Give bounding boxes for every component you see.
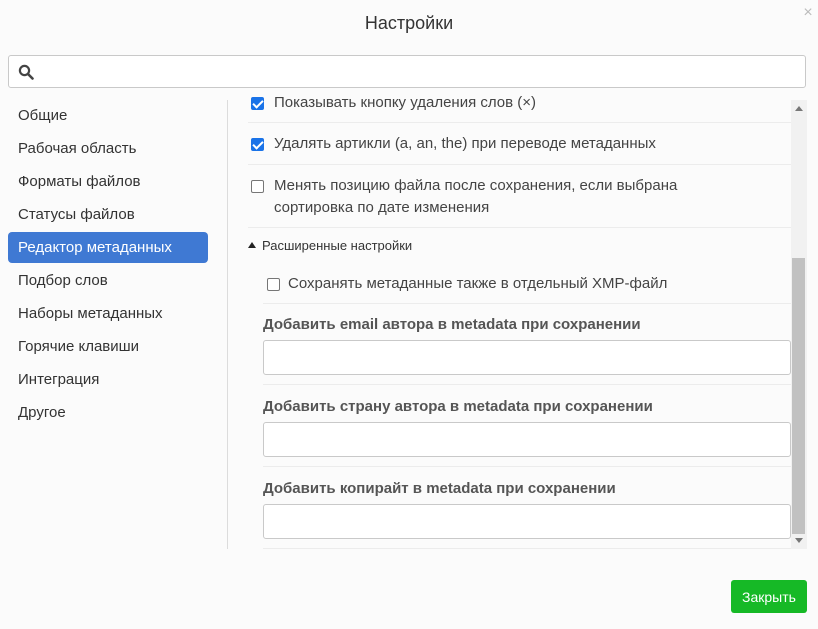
sidebar-item-word-selection[interactable]: Подбор слов [8, 265, 208, 296]
change-position-label-line2: сортировка по дате изменения [274, 199, 490, 216]
advanced-settings-toggle[interactable]: Расширенные настройки [248, 238, 412, 253]
divider [263, 466, 791, 467]
author-country-label: Добавить страну автора в metadata при со… [263, 398, 653, 415]
setting-row-remove-articles: Удалять артикли (a, an, the) при перевод… [248, 123, 791, 165]
setting-row-save-xmp: Сохранять метаданные также в отдельный X… [263, 268, 791, 304]
setting-row-change-position: Менять позицию файла после сохранения, е… [248, 165, 791, 228]
save-xmp-checkbox[interactable] [267, 278, 280, 291]
setting-row-show-delete: Показывать кнопку удаления слов (×) [248, 95, 791, 123]
author-country-input[interactable] [263, 422, 791, 457]
remove-articles-label: Удалять артикли (a, an, the) при перевод… [274, 135, 656, 152]
sidebar-divider [227, 100, 228, 549]
author-email-input[interactable] [263, 340, 791, 375]
advanced-settings-label: Расширенные настройки [262, 238, 413, 253]
copyright-label: Добавить копирайт в metadata при сохране… [263, 480, 616, 497]
sidebar-item-metadata-sets[interactable]: Наборы метаданных [8, 298, 208, 329]
sidebar-item-metadata-editor[interactable]: Редактор метаданных [8, 232, 208, 263]
scrollbar-thumb[interactable] [792, 258, 805, 534]
sidebar-item-file-statuses[interactable]: Статусы файлов [8, 199, 208, 230]
content-scrollbar[interactable] [791, 100, 807, 549]
author-email-label: Добавить email автора в metadata при сох… [263, 316, 641, 333]
triangle-up-icon [248, 241, 256, 248]
copyright-input[interactable] [263, 504, 791, 539]
close-button[interactable]: Закрыть [731, 580, 807, 613]
sidebar-item-file-formats[interactable]: Форматы файлов [8, 166, 208, 197]
sidebar-item-other[interactable]: Другое [8, 397, 208, 428]
save-xmp-label: Сохранять метаданные также в отдельный X… [288, 275, 668, 292]
divider [263, 384, 791, 385]
sidebar-item-workspace[interactable]: Рабочая область [8, 133, 208, 164]
settings-content: Показывать кнопку удаления слов (×) Удал… [238, 95, 791, 550]
divider [263, 548, 791, 549]
search-icon [18, 64, 34, 80]
search-box[interactable] [8, 55, 806, 88]
remove-articles-checkbox[interactable] [251, 138, 264, 151]
scroll-down-icon[interactable] [795, 538, 803, 543]
sidebar-item-integration[interactable]: Интеграция [8, 364, 208, 395]
change-position-checkbox[interactable] [251, 180, 264, 193]
change-position-label-line1: Менять позицию файла после сохранения, е… [274, 177, 678, 194]
scroll-up-icon[interactable] [795, 106, 803, 111]
settings-sidebar: Общие Рабочая область Форматы файлов Ста… [8, 100, 208, 430]
search-input[interactable] [45, 60, 799, 85]
show-delete-words-label: Показывать кнопку удаления слов (×) [274, 95, 537, 111]
show-delete-words-checkbox[interactable] [251, 97, 264, 110]
sidebar-item-general[interactable]: Общие [8, 100, 208, 131]
sidebar-item-hotkeys[interactable]: Горячие клавиши [8, 331, 208, 362]
dialog-title: Настройки [364, 13, 454, 33]
close-icon[interactable]: × [800, 4, 816, 22]
